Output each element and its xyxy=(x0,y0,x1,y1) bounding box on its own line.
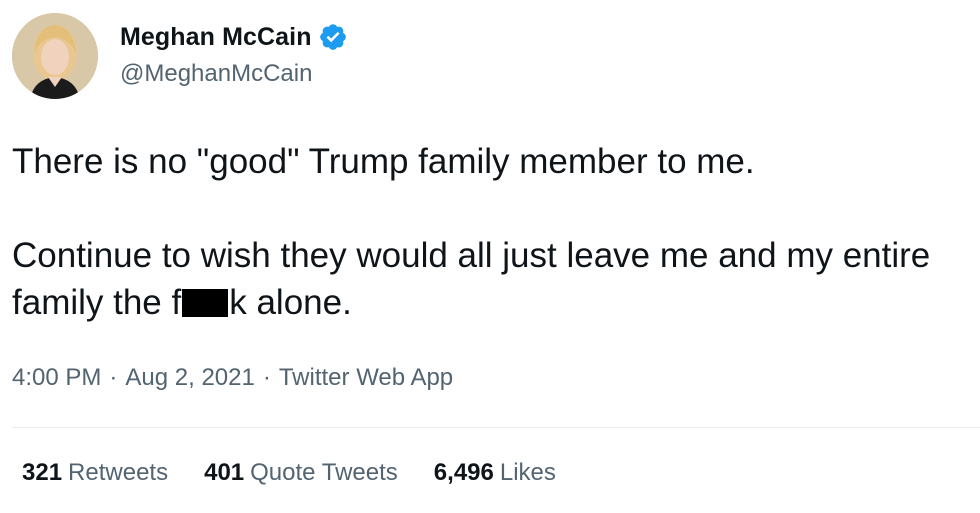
retweets-label: Retweets xyxy=(68,459,169,486)
user-handle[interactable]: @MeghanMcCain xyxy=(120,60,312,88)
censor-bar xyxy=(182,289,229,317)
tweet-time[interactable]: 4:00 PM xyxy=(12,364,101,392)
tweet-paragraph-2: Continue to wish they would all just lea… xyxy=(12,232,972,326)
tweet-paragraph-2-after: k alone. xyxy=(229,283,352,322)
tweet-card: Meghan McCain @MeghanMcCain There is no … xyxy=(0,0,980,513)
divider xyxy=(12,427,980,428)
quote-tweets-count: 401 xyxy=(204,459,245,486)
meta-separator: · xyxy=(262,364,271,391)
quote-tweets-stat[interactable]: 401 Quote Tweets xyxy=(204,459,398,487)
likes-count: 6,496 xyxy=(433,459,494,486)
tweet-stats: 321 Retweets 401 Quote Tweets 6,496 Likes xyxy=(22,459,556,487)
tweet-meta: 4:00 PM · Aug 2, 2021 · Twitter Web App xyxy=(12,364,453,392)
retweets-stat[interactable]: 321 Retweets xyxy=(22,459,168,487)
likes-label: Likes xyxy=(499,459,556,486)
verified-badge-icon xyxy=(318,22,348,52)
quote-tweets-label: Quote Tweets xyxy=(250,459,398,486)
tweet-date[interactable]: Aug 2, 2021 xyxy=(125,364,254,392)
retweets-count: 321 xyxy=(22,459,63,486)
tweet-source[interactable]: Twitter Web App xyxy=(279,364,453,392)
avatar[interactable] xyxy=(12,13,98,99)
likes-stat[interactable]: 6,496 Likes xyxy=(434,459,556,487)
tweet-paragraph-2-before: Continue to wish they would all just lea… xyxy=(12,236,931,322)
author-name-row: Meghan McCain xyxy=(120,22,348,52)
meta-separator: · xyxy=(109,364,118,391)
tweet-paragraph-1: There is no "good" Trump family member t… xyxy=(12,142,755,181)
avatar-image xyxy=(12,13,98,99)
tweet-text: There is no "good" Trump family member t… xyxy=(12,138,972,326)
display-name[interactable]: Meghan McCain xyxy=(120,23,312,52)
